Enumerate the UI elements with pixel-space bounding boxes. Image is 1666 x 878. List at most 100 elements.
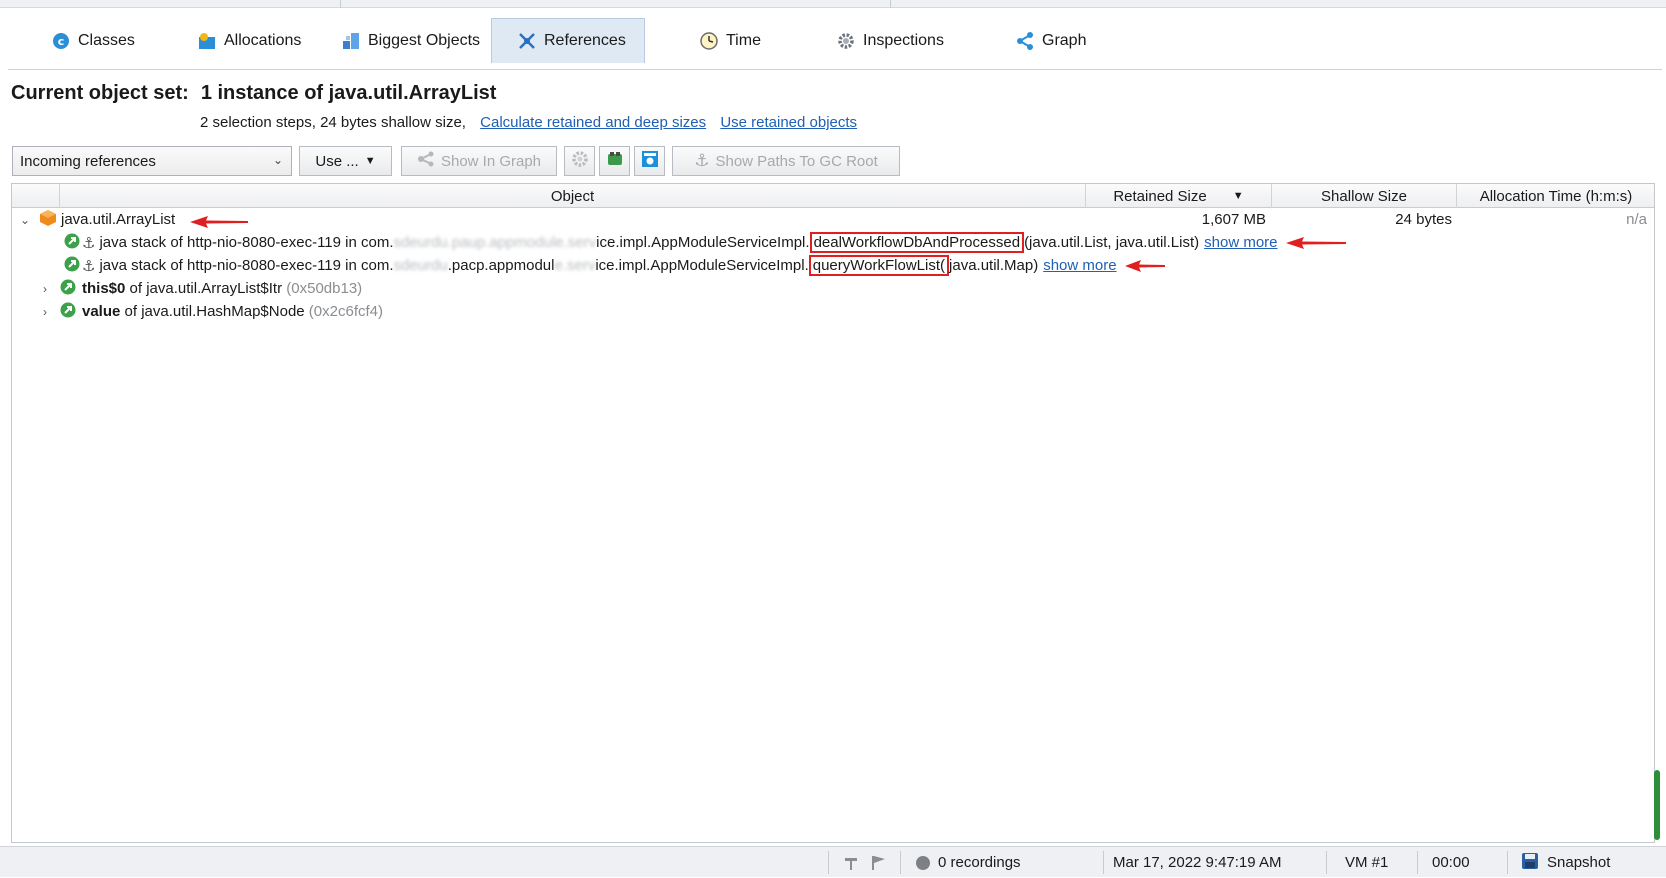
field-owner: of java.util.HashMap$Node [120,303,309,320]
vertical-scrollbar[interactable] [1652,70,1662,845]
object-icon [39,209,57,231]
shallow-size-value: 24 bytes [1395,211,1452,228]
tab-label: Inspections [863,31,944,49]
gear-icon [571,150,589,172]
record-icon [916,855,930,870]
biggest-objects-icon [342,32,360,50]
show-paths-label: Show Paths To GC Root [715,152,878,170]
tab-classes[interactable]: c Classes [52,18,135,63]
references-icon [518,32,536,50]
strip-divider [340,0,341,8]
column-shallow-size[interactable]: Shallow Size [1272,184,1457,208]
object-name: java.util.ArrayList [61,211,176,228]
filter-icon [606,150,624,172]
gear-icon [837,32,855,50]
retained-size-value: 1,607 MB [1201,211,1266,228]
perspective-strip [0,0,1666,8]
anchor-icon: ⚓ [694,151,710,170]
table-row[interactable]: › value of java.util.HashMap$Node (0x2c6… [12,300,1654,323]
references-table: Object Retained Size ▼ Shallow Size Allo… [11,183,1655,843]
tab-label: Allocations [224,31,302,49]
tab-label: Classes [78,31,135,49]
elapsed-time: 00:00 [1432,854,1470,871]
title-value: 1 instance of java.util.ArrayList [200,82,497,104]
strip-divider [890,0,891,8]
stack-prefix: java stack of http-nio-8080-exec-119 in … [99,257,394,274]
object-id: (0x50db13) [286,280,363,297]
status-bar: 0 recordings Mar 17, 2022 9:47:19 AM VM … [0,846,1666,877]
annotation-arrow-icon [190,216,248,228]
use-button[interactable]: Use ... ▼ [299,146,392,176]
stack-signature: (java.util.List, java.util.List) [1024,234,1200,251]
filter-button[interactable] [599,146,630,176]
selection-steps-text: 2 selection steps, 24 bytes shallow size… [200,114,466,131]
object-id: (0x2c6fcf4) [308,303,383,320]
tab-biggest-objects[interactable]: Biggest Objects [342,18,480,63]
show-in-graph-button[interactable]: Show In Graph [401,146,557,176]
highlighted-method: dealWorkflowDbAndProcessed [809,232,1025,253]
show-paths-gc-root-button[interactable]: ⚓ Show Paths To GC Root [672,146,900,176]
selection-summary: 2 selection steps, 24 bytes shallow size… [200,114,857,131]
snapshot-mode: Snapshot [1521,847,1610,878]
clock-icon [700,31,718,50]
svg-text:c: c [58,35,65,48]
column-retained-size[interactable]: Retained Size ▼ [1086,184,1272,208]
anchor-icon: ⚓ [82,257,96,275]
chevron-right-icon[interactable]: › [38,282,52,296]
show-more-link[interactable]: show more [1043,257,1116,274]
allocation-time-value: n/a [1626,211,1647,228]
calculate-sizes-link[interactable]: Calculate retained and deep sizes [480,114,706,131]
reference-icon [64,256,80,276]
column-header-toggle[interactable] [12,184,60,208]
anchor-icon: ⚓ [82,234,96,252]
annotation-arrow-icon [1124,259,1165,272]
stack-prefix: java stack of http-nio-8080-exec-119 in … [99,234,394,251]
table-row[interactable]: ⌄ java.util.ArrayList 1,607 MB 24 bytes … [12,208,1654,231]
stack-class: ice.impl.AppModuleServiceImpl. [595,257,809,274]
chevron-down-icon[interactable]: ⌄ [18,213,32,227]
blurred-package: sdeurdu.paup.appmodule.serv [393,234,597,251]
tab-label: References [544,32,626,49]
table-row[interactable]: ⚓ java stack of http-nio-8080-exec-119 i… [12,254,1654,277]
flag-icon[interactable] [870,847,886,878]
settings-button[interactable] [564,146,595,176]
reference-icon [64,233,80,253]
stack-package-visible: .pacp.appmodul [447,257,555,274]
field-name: this$0 [82,280,126,297]
view-select-value: Incoming references [20,152,156,170]
table-row[interactable]: ⚓ java stack of http-nio-8080-exec-119 i… [12,231,1654,254]
scrollbar-thumb[interactable] [1654,770,1660,840]
tab-time[interactable]: Time [700,18,761,63]
pin-icon[interactable] [842,847,860,878]
allocations-icon [198,32,216,50]
reference-icon [60,279,76,299]
reference-icon [60,302,76,322]
floppy-disk-icon [1521,852,1539,874]
column-allocation-time[interactable]: Allocation Time (h:m:s) [1457,184,1655,208]
stack-signature: java.util.Map) [949,257,1039,274]
dropdown-arrow-icon: ▼ [364,155,376,167]
info-button[interactable] [634,146,665,176]
vm-indicator: VM #1 [1345,854,1389,871]
field-name: value [82,303,121,320]
tab-inspections[interactable]: Inspections [837,18,944,63]
stack-class: ice.impl.AppModuleServiceImpl. [596,234,810,251]
table-row[interactable]: › this$0 of java.util.ArrayList$Itr (0x5… [12,277,1654,300]
annotation-arrow-icon [1285,236,1346,249]
column-object[interactable]: Object [60,184,1086,208]
tab-label: Biggest Objects [368,31,481,49]
tab-graph[interactable]: Graph [1016,18,1086,63]
title-label: Current object set: [11,82,189,104]
tab-allocations[interactable]: Allocations [198,18,301,63]
chevron-down-icon: ⌄ [272,153,283,167]
sort-descending-icon: ▼ [1232,190,1244,202]
table-header: Object Retained Size ▼ Shallow Size Allo… [12,184,1654,208]
use-retained-link[interactable]: Use retained objects [720,114,857,131]
chevron-right-icon[interactable]: › [38,305,52,319]
show-more-link[interactable]: show more [1204,234,1277,251]
info-icon [641,150,659,172]
graph-icon [417,151,435,171]
tab-references[interactable]: References [491,18,645,63]
graph-icon [1016,31,1034,50]
view-select[interactable]: Incoming references ⌄ [12,146,292,176]
